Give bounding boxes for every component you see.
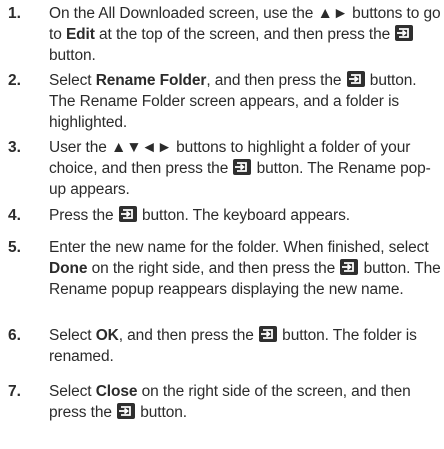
step-number: 1. [8, 5, 21, 22]
ui-term: Rename Folder [95, 72, 207, 89]
step-text: Enter the new name for the folder. When … [49, 237, 441, 300]
step-text-run: , and then press the [206, 72, 346, 89]
step-text-run: on the right side, and then press the [87, 260, 340, 277]
ui-term: OK [95, 327, 119, 344]
enter-icon [118, 206, 137, 222]
step-text-run: Select [49, 327, 96, 344]
step-text-run: Press the [49, 207, 118, 224]
step-number: 6. [8, 327, 21, 344]
step-number: 3. [8, 139, 21, 156]
step-number: 7. [8, 383, 21, 400]
enter-icon [117, 403, 136, 419]
step-text: Select OK, and then press the button. Th… [49, 325, 441, 367]
instruction-steps: 1. On the All Downloaded screen, use the… [0, 0, 444, 449]
step-text: User the ▲▼◄► buttons to highlight a fol… [49, 137, 441, 200]
enter-icon [258, 326, 277, 342]
step-text-run: at the top of the screen, and then press… [94, 26, 395, 43]
enter-icon [340, 259, 359, 275]
step-text-run: Enter the new name for the folder. When … [49, 239, 429, 256]
step-text-run: button. [136, 404, 187, 421]
step-number: 5. [8, 239, 21, 256]
step-number: 4. [8, 207, 21, 224]
enter-icon [233, 159, 252, 175]
enter-icon [346, 71, 365, 87]
step-text-run: button. The keyboard appears. [137, 207, 350, 224]
step-text-run: Select [49, 383, 96, 400]
step-text: Select Rename Folder, and then press the… [49, 70, 441, 133]
step-text-run: , and then press the [118, 327, 258, 344]
enter-icon [395, 25, 414, 41]
step-text: Select Close on the right side of the sc… [49, 381, 441, 423]
step-text-run: button. [49, 47, 96, 64]
step-number: 2. [8, 72, 21, 89]
ui-term: Done [49, 260, 88, 277]
step-text: Press the button. The keyboard appears. [49, 205, 441, 226]
ui-term: Edit [65, 26, 95, 43]
ui-term: Close [95, 383, 138, 400]
step-text: On the All Downloaded screen, use the ▲►… [49, 3, 441, 66]
step-text-run: Select [49, 72, 96, 89]
